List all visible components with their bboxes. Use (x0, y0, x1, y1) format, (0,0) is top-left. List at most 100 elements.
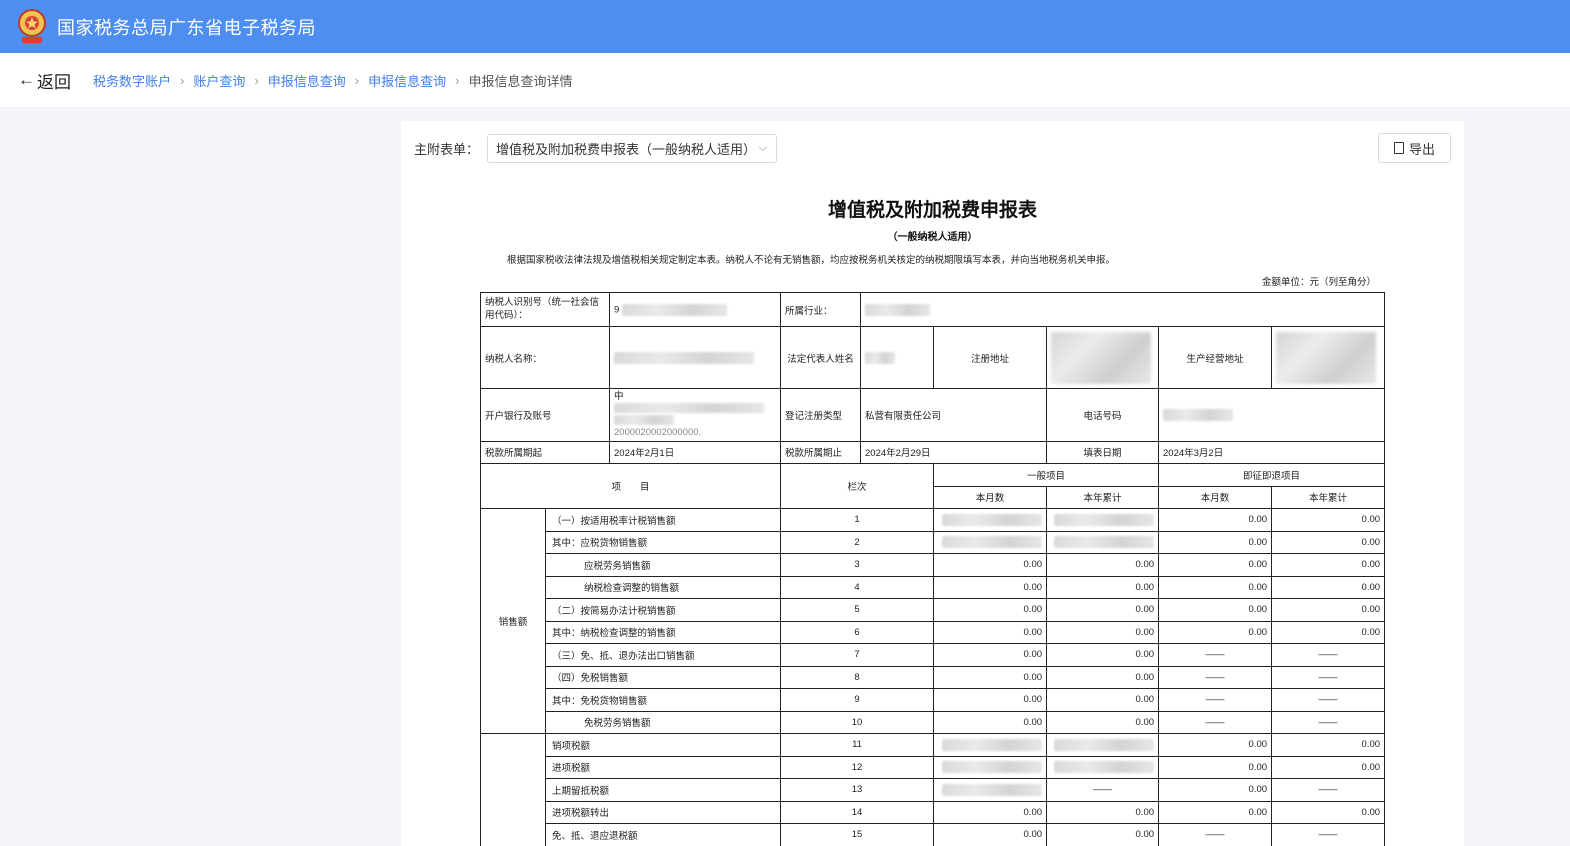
row-label: （一）按适用税率计税销售额 (544, 508, 782, 532)
row-value-y (1046, 530, 1160, 554)
row-value-iy: 0.00 (1271, 598, 1386, 622)
row-label: （四）免税销售额 (544, 665, 782, 689)
row-value-im: 0.00 (1158, 530, 1273, 554)
back-button[interactable]: ← 返回 (18, 68, 71, 93)
reg-address-value (1046, 326, 1160, 389)
row-value-iy: —— (1271, 643, 1386, 667)
chevron-right-icon: › (180, 72, 185, 88)
row-value-m (933, 530, 1048, 554)
row-value-im: 0.00 (1158, 553, 1273, 577)
row-line-number: 13 (780, 778, 935, 802)
row-value-m: 0.00 (933, 800, 1048, 824)
amount-unit: 金额单位：元（列至角分） (1261, 277, 1376, 288)
row-value-iy: 0.00 (1271, 733, 1386, 757)
general-year-header: 本年累计 (1046, 485, 1160, 509)
row-label: 销项税额 (544, 733, 782, 757)
reg-type-label: 登记注册类型 (780, 388, 862, 442)
row-line-number: 12 (780, 755, 935, 779)
redacted-value (942, 783, 1043, 796)
form-select[interactable]: 增值税及附加税费申报表（一般纳税人适用） ⌵ (487, 134, 778, 163)
row-label: （二）按简易办法计税销售额 (544, 598, 782, 622)
export-label: 导出 (1408, 141, 1435, 157)
row-value-iy: 0.00 (1271, 755, 1386, 779)
table-row: 免、抵、退应退税额 15 0.00 0.00 —— —— (481, 823, 1386, 846)
industry-label: 所属行业： (780, 292, 862, 327)
row-value-y: —— (1046, 778, 1160, 802)
table-row: （三）免、抵、退办法出口销售额 7 0.00 0.00 —— —— (481, 643, 1386, 667)
instant-month-header: 本月数 (1158, 485, 1273, 509)
table-row: 纳税检查调整的销售额 4 0.00 0.00 0.00 0.00 (481, 575, 1386, 599)
row-value-im: 0.00 (1158, 778, 1273, 802)
legal-rep-value (860, 326, 935, 389)
row-value-y: 0.00 (1046, 643, 1160, 667)
redacted-value (942, 536, 1043, 549)
redacted-value (942, 761, 1043, 774)
row-value-y: 0.00 (1046, 553, 1160, 577)
row-label: 免税劳务销售额 (544, 710, 782, 734)
industry-value (860, 292, 1386, 327)
row-line-number: 5 (780, 598, 935, 622)
breadcrumb-item-account-query[interactable]: 账户查询 (193, 71, 245, 90)
pdf-file-icon (1393, 142, 1404, 154)
table-row: 其中：免税货物销售额 9 0.00 0.00 —— —— (481, 688, 1386, 712)
row-value-m: 0.00 (933, 665, 1048, 689)
breadcrumb-bar: ← 返回 税务数字账户 › 账户查询 › 申报信息查询 › 申报信息查询 › 申… (0, 53, 1570, 107)
row-value-im: 0.00 (1158, 733, 1273, 757)
period-start-value: 2024年2月1日 (609, 440, 782, 464)
fill-date-value: 2024年3月2日 (1158, 440, 1386, 464)
row-value-im: 0.00 (1158, 598, 1273, 622)
row-line-number: 9 (780, 688, 935, 712)
column-header-row-1: 项 目 栏次 一般项目 即征即退项目 (479, 463, 1386, 509)
period-end-value: 2024年2月29日 (860, 440, 1048, 464)
table-row: 免税劳务销售额 10 0.00 0.00 —— —— (481, 710, 1386, 734)
row-value-iy: —— (1271, 778, 1386, 802)
row-line-number: 2 (780, 530, 935, 554)
reg-type-value: 私营有限责任公司 (860, 388, 1048, 442)
row-value-m (933, 733, 1048, 757)
tax-emblem-icon (17, 8, 47, 46)
form-selector-row: 主附表单： 增值税及附加税费申报表（一般纳税人适用） ⌵ (414, 134, 778, 163)
table-row: （四）免税销售额 8 0.00 0.00 —— —— (481, 665, 1386, 689)
export-button[interactable]: 导出 (1378, 133, 1451, 163)
row-value-m: 0.00 (933, 598, 1048, 622)
general-month-header: 本月数 (933, 485, 1048, 509)
row-value-y: 0.00 (1046, 823, 1160, 846)
row-value-m (933, 755, 1048, 779)
chevron-right-icon: › (354, 72, 360, 88)
tax-group-label (480, 733, 546, 846)
row-value-m: 0.00 (933, 643, 1048, 667)
row-line-number: 10 (780, 710, 935, 734)
taxpayer-id-value: 9 (609, 292, 782, 327)
table-row: 上期留抵税额 13 —— 0.00 —— (481, 778, 1386, 802)
table-row: 应税劳务销售额 3 0.00 0.00 0.00 0.00 (481, 553, 1386, 577)
table-row: 进项税额转出 14 0.00 0.00 0.00 0.00 (481, 800, 1386, 824)
row-value-im: —— (1158, 823, 1273, 846)
arrow-left-icon: ← (18, 70, 35, 89)
row-value-iy: 0.00 (1271, 553, 1386, 577)
row-line-number: 3 (780, 553, 935, 577)
bank-label: 开户银行及账号 (479, 388, 611, 442)
fill-date-label: 填表日期 (1046, 440, 1160, 464)
taxpayer-name-label: 纳税人名称： (479, 326, 611, 389)
row-value-m: 0.00 (933, 823, 1048, 846)
row-value-m: 0.00 (933, 575, 1048, 599)
row-value-iy: 0.00 (1271, 620, 1386, 644)
breadcrumb-item-declaration-query[interactable]: 申报信息查询 (268, 71, 346, 90)
bank-value: 中 2000020002000000. (609, 388, 782, 442)
period-end-label: 税款所属期止 (780, 440, 862, 464)
form-select-value: 增值税及附加税费申报表（一般纳税人适用） (496, 142, 757, 157)
breadcrumb-item-declaration-query-2[interactable]: 申报信息查询 (368, 71, 446, 90)
info-row-id: 纳税人识别号（统一社会信用代码）： 9 所属行业： (479, 292, 1386, 327)
header-bar: 国家税务总局广东省电子税务局 (0, 0, 1570, 53)
row-label: 进项税额转出 (544, 800, 782, 824)
row-value-y: 0.00 (1046, 688, 1160, 712)
redacted-value (1054, 513, 1155, 526)
breadcrumb-item-tax-account[interactable]: 税务数字账户 (93, 71, 171, 90)
row-value-y (1046, 508, 1160, 532)
redacted-value (1054, 738, 1155, 751)
row-value-y (1046, 733, 1160, 757)
row-label: 纳税检查调整的销售额 (544, 575, 782, 599)
row-value-im: 0.00 (1158, 620, 1273, 644)
row-value-iy: 0.00 (1271, 575, 1386, 599)
row-value-m (933, 778, 1048, 802)
